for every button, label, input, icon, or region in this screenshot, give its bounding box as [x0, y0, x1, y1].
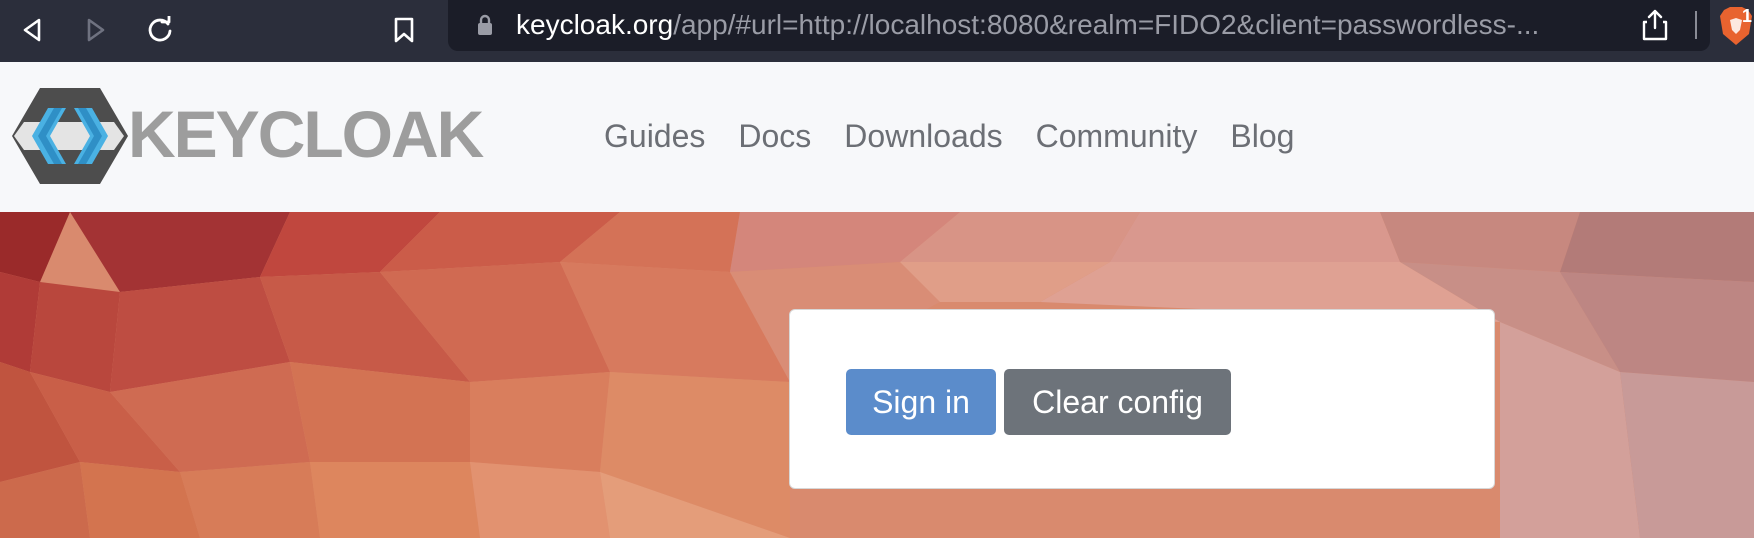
bookmark-button[interactable] — [384, 10, 424, 50]
bookmark-icon — [394, 17, 414, 43]
reload-button[interactable] — [140, 10, 180, 50]
forward-icon — [87, 18, 105, 42]
clear-config-button[interactable]: Clear config — [1004, 369, 1231, 435]
sign-in-button[interactable]: Sign in — [846, 369, 996, 435]
nav-link-docs[interactable]: Docs — [738, 116, 811, 156]
url-path: /app/#url=http://localhost:8080&realm=FI… — [673, 9, 1540, 40]
brave-badge-count: 1 — [1742, 6, 1753, 26]
url-host: keycloak.org — [516, 9, 674, 40]
nav-link-blog[interactable]: Blog — [1230, 116, 1294, 156]
back-icon — [23, 18, 41, 42]
main-nav: Guides Docs Downloads Community Blog — [604, 116, 1294, 156]
share-icon[interactable] — [1641, 8, 1669, 42]
nav-link-community[interactable]: Community — [1036, 116, 1198, 156]
keycloak-logo[interactable] — [10, 86, 130, 191]
address-bar[interactable]: keycloak.org/app/#url=http://localhost:8… — [448, 0, 1710, 51]
back-button[interactable] — [12, 10, 52, 50]
browser-toolbar: keycloak.org/app/#url=http://localhost:8… — [0, 0, 1754, 62]
nav-link-downloads[interactable]: Downloads — [844, 116, 1002, 156]
url-text: keycloak.org/app/#url=http://localhost:8… — [516, 8, 1539, 42]
lock-icon — [478, 14, 492, 35]
nav-link-guides[interactable]: Guides — [604, 116, 705, 156]
brave-shields-button[interactable]: 1 — [1718, 6, 1754, 51]
keycloak-wordmark: KEYCLOAK — [128, 97, 484, 171]
client-config-card: Sign in Clear config — [789, 309, 1495, 489]
forward-button[interactable] — [76, 10, 116, 50]
toolbar-separator — [1695, 11, 1697, 39]
keycloak-logo-icon — [12, 88, 128, 184]
reload-icon — [148, 16, 172, 42]
